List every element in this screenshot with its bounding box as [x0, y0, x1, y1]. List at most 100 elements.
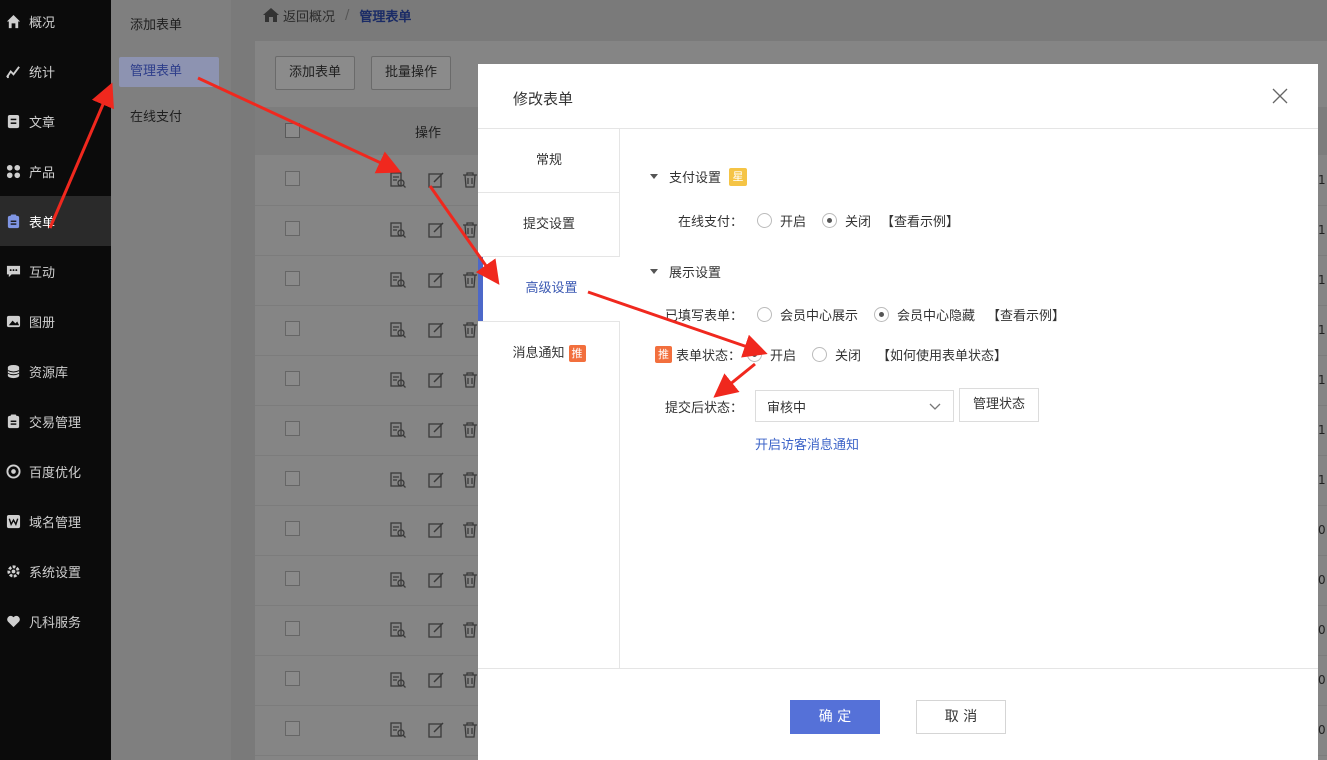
row-checkbox[interactable]	[285, 371, 300, 386]
sidebar-item-label: 图册	[29, 315, 56, 331]
sidebar-item-service[interactable]: 凡科服务	[0, 596, 111, 646]
row-checkbox[interactable]	[285, 721, 300, 736]
sidebar-item-trade[interactable]: 交易管理	[0, 396, 111, 446]
submenu-add-form[interactable]: 添加表单	[119, 11, 219, 41]
delete-icon[interactable]	[461, 621, 479, 639]
edit-icon[interactable]	[427, 471, 445, 489]
edit-icon[interactable]	[427, 271, 445, 289]
confirm-button[interactable]: 确 定	[790, 700, 880, 734]
star-badge: 星	[729, 167, 748, 186]
delete-icon[interactable]	[461, 171, 479, 189]
preview-icon[interactable]	[389, 521, 407, 539]
after-submit-status-select[interactable]: 审核中	[755, 390, 954, 422]
delete-icon[interactable]	[461, 221, 479, 239]
delete-icon[interactable]	[461, 421, 479, 439]
preview-icon[interactable]	[389, 471, 407, 489]
delete-icon[interactable]	[461, 521, 479, 539]
form-status-on-radio[interactable]: 开启	[747, 345, 796, 364]
delete-icon[interactable]	[461, 671, 479, 689]
table-cell-peek: 1	[1318, 273, 1326, 287]
edit-icon[interactable]	[427, 571, 445, 589]
sidebar-item-products[interactable]: 产品	[0, 146, 111, 196]
member-center-hide-radio[interactable]: 会员中心隐藏	[874, 305, 975, 324]
edit-icon[interactable]	[427, 321, 445, 339]
row-checkbox[interactable]	[285, 471, 300, 486]
preview-icon[interactable]	[389, 221, 407, 239]
breadcrumb-back[interactable]: 返回概况	[283, 6, 335, 25]
tab-general[interactable]: 常规	[478, 129, 620, 193]
view-example-link[interactable]: 【查看示例】	[987, 305, 1065, 324]
sidebar-item-gallery[interactable]: 图册	[0, 296, 111, 346]
submenu-online-pay[interactable]: 在线支付	[119, 103, 219, 133]
edit-icon[interactable]	[427, 171, 445, 189]
select-all-checkbox[interactable]	[285, 123, 300, 138]
row-checkbox[interactable]	[285, 421, 300, 436]
preview-icon[interactable]	[389, 271, 407, 289]
close-icon[interactable]	[1272, 88, 1288, 104]
edit-icon[interactable]	[427, 421, 445, 439]
row-checkbox[interactable]	[285, 321, 300, 336]
sidebar-item-stats[interactable]: 统计	[0, 46, 111, 96]
cancel-button[interactable]: 取 消	[916, 700, 1006, 734]
tab-submit-settings[interactable]: 提交设置	[478, 193, 620, 257]
sidebar-item-label: 凡科服务	[29, 615, 82, 631]
preview-icon[interactable]	[389, 721, 407, 739]
tab-message-notify[interactable]: 消息通知推	[478, 321, 620, 385]
grid-icon	[6, 164, 21, 179]
home-icon	[263, 8, 279, 22]
display-settings-section[interactable]: 展示设置	[650, 262, 721, 281]
edit-icon[interactable]	[427, 521, 445, 539]
online-pay-off-radio[interactable]: 关闭	[822, 211, 871, 230]
delete-icon[interactable]	[461, 471, 479, 489]
tab-label: 提交设置	[522, 217, 575, 232]
preview-icon[interactable]	[389, 371, 407, 389]
pay-settings-section[interactable]: 支付设置 星	[650, 167, 748, 186]
view-example-link[interactable]: 【查看示例】	[881, 211, 959, 230]
edit-icon[interactable]	[427, 371, 445, 389]
edit-icon[interactable]	[427, 671, 445, 689]
delete-icon[interactable]	[461, 271, 479, 289]
how-to-use-status-link[interactable]: 【如何使用表单状态】	[877, 345, 1007, 364]
preview-icon[interactable]	[389, 671, 407, 689]
row-checkbox[interactable]	[285, 271, 300, 286]
sidebar-item-articles[interactable]: 文章	[0, 96, 111, 146]
edit-form-dialog: 修改表单 常规 提交设置 高级设置 消息通知推 支付设置 星 在线支付： 开启 …	[478, 64, 1318, 760]
preview-icon[interactable]	[389, 571, 407, 589]
form-status-off-radio[interactable]: 关闭	[812, 345, 861, 364]
sidebar-item-label: 系统设置	[29, 565, 82, 581]
batch-operation-button[interactable]: 批量操作	[371, 56, 451, 90]
delete-icon[interactable]	[461, 721, 479, 739]
sidebar-item-forms[interactable]: 表单	[0, 196, 111, 246]
preview-icon[interactable]	[389, 171, 407, 189]
row-checkbox[interactable]	[285, 521, 300, 536]
field-label: 在线支付：	[678, 215, 744, 230]
row-checkbox[interactable]	[285, 621, 300, 636]
preview-icon[interactable]	[389, 621, 407, 639]
row-checkbox[interactable]	[285, 571, 300, 586]
target-icon	[6, 463, 21, 479]
tab-advanced-settings[interactable]: 高级设置	[478, 257, 620, 321]
add-form-button[interactable]: 添加表单	[275, 56, 355, 90]
sidebar-item-overview[interactable]: 概况	[0, 0, 111, 46]
sidebar-item-resources[interactable]: 资源库	[0, 346, 111, 396]
edit-icon[interactable]	[427, 621, 445, 639]
preview-icon[interactable]	[389, 421, 407, 439]
enable-visitor-notify-link[interactable]: 开启访客消息通知	[755, 434, 859, 453]
row-checkbox[interactable]	[285, 171, 300, 186]
manage-status-button[interactable]: 管理状态	[959, 388, 1039, 422]
edit-icon[interactable]	[427, 721, 445, 739]
sidebar-item-seo[interactable]: 百度优化	[0, 446, 111, 496]
preview-icon[interactable]	[389, 321, 407, 339]
row-checkbox[interactable]	[285, 671, 300, 686]
sidebar-item-settings[interactable]: 系统设置	[0, 546, 111, 596]
delete-icon[interactable]	[461, 571, 479, 589]
submenu-manage-form[interactable]: 管理表单	[119, 57, 219, 87]
member-center-show-radio[interactable]: 会员中心展示	[757, 305, 858, 324]
delete-icon[interactable]	[461, 321, 479, 339]
delete-icon[interactable]	[461, 371, 479, 389]
online-pay-on-radio[interactable]: 开启	[757, 211, 806, 230]
edit-icon[interactable]	[427, 221, 445, 239]
row-checkbox[interactable]	[285, 221, 300, 236]
sidebar-item-interaction[interactable]: 互动	[0, 246, 111, 296]
sidebar-item-domain[interactable]: 域名管理	[0, 496, 111, 546]
